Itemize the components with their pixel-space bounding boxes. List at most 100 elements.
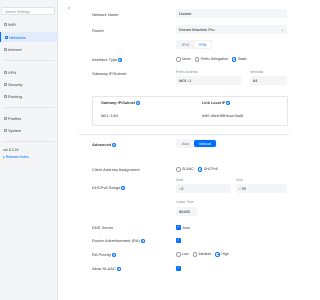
advanced-label: Advanced i: [92, 142, 117, 147]
check-icon[interactable]: ✓: [176, 225, 181, 230]
netmask-input[interactable]: 64: [250, 76, 287, 85]
link-local-header: Link Local IP i: [202, 101, 231, 105]
link-local-value: fe80::f6e8:f8ff:feaa:3ad5: [202, 114, 244, 118]
prefix-address-input[interactable]: fd01::1: [176, 76, 241, 85]
globe-icon: [4, 48, 7, 51]
info-icon[interactable]: i: [121, 186, 126, 190]
chevron-left-icon[interactable]: ‹: [68, 6, 70, 12]
sidebar-item-label: Networks: [9, 35, 26, 40]
sidebar-item-label: System: [8, 128, 22, 133]
radio-high[interactable]: [215, 252, 220, 257]
release-notes-link[interactable]: y Release Notes: [3, 155, 29, 159]
sidebar-item-wifi[interactable]: WiFi: [0, 19, 57, 29]
ra-option-high[interactable]: High: [215, 252, 229, 257]
dns-auto-option[interactable]: ✓ Auto: [176, 225, 190, 230]
tab-ipv6[interactable]: IPv6: [194, 41, 212, 48]
ra-option-label: Low: [182, 252, 189, 257]
info-icon[interactable]: i: [112, 143, 117, 147]
wifi-icon: [4, 23, 7, 26]
info-icon[interactable]: i: [118, 58, 123, 62]
gateway-header: Gateway IP/Subnet i: [101, 101, 141, 105]
client-option-dhcpv6[interactable]: DHCPv6: [197, 167, 218, 172]
gateway-header-text: Gateway IP/Subnet: [101, 101, 136, 105]
radio-static[interactable]: [231, 57, 237, 62]
sidebar: Search Settings WiFi Networks Internet V…: [0, 0, 58, 300]
ra-option-medium[interactable]: Medium: [192, 252, 212, 257]
sidebar-item-system[interactable]: System: [0, 125, 57, 135]
vpn-icon: [4, 71, 7, 74]
info-icon[interactable]: i: [140, 239, 145, 243]
router-advertisement-text: Router Advertisement (RA): [92, 238, 140, 243]
radio-slaac[interactable]: [176, 167, 181, 172]
allow-slaac-text: Allow SLAAC: [92, 266, 116, 271]
info-icon[interactable]: i: [136, 101, 141, 105]
sidebar-item-security[interactable]: Security: [0, 79, 57, 89]
sidebar-item-label: Routing: [8, 94, 22, 99]
router-label: Router: [92, 28, 105, 33]
radio-prefix-delegation[interactable]: [194, 57, 200, 62]
allow-slaac-checkbox[interactable]: ✓: [176, 266, 181, 271]
networks-icon: [5, 36, 8, 39]
gateway-subnet-label: Gateway IP/Subnet: [92, 71, 127, 76]
lease-time-label: Lease Time: [176, 200, 194, 204]
interface-option-label: Prefix Delegation: [200, 57, 228, 62]
radio-low[interactable]: [176, 252, 181, 257]
interface-option-prefix-delegation[interactable]: Prefix Delegation: [194, 57, 228, 62]
router-select[interactable]: Dream Machine Pro ⌄: [176, 25, 287, 34]
shield-icon: [4, 83, 7, 86]
router-advertisement-checkbox[interactable]: ✓: [176, 238, 181, 243]
allow-slaac-label: Allow SLAAC i: [92, 266, 121, 271]
radio-medium[interactable]: [192, 252, 198, 257]
search-input[interactable]: Search Settings: [1, 7, 55, 15]
interface-option-static[interactable]: Static: [231, 57, 247, 62]
dhcp-start-input[interactable]: ::2: [176, 184, 231, 193]
sidebar-item-networks[interactable]: Networks: [0, 32, 57, 42]
dns-server-label: DNS Server: [92, 225, 114, 230]
sidebar-divider: [3, 60, 55, 61]
network-name-input[interactable]: Docker: [176, 9, 287, 18]
ra-priority-text: RA Priority: [92, 252, 111, 257]
dhcp-stop-input[interactable]: ::7ff: [236, 184, 287, 193]
routing-icon: [4, 95, 7, 98]
radio-dhcpv6[interactable]: [197, 167, 203, 172]
profiles-icon: [4, 117, 7, 120]
client-address-radios: SLAAC DHCPv6: [176, 167, 222, 172]
sidebar-item-label: Profiles: [8, 116, 22, 121]
ip-version-tabs: IPv4 IPv6: [176, 40, 213, 49]
sidebar-divider: [3, 141, 55, 142]
ra-option-label: Medium: [198, 252, 212, 257]
client-option-slaac[interactable]: SLAAC: [176, 167, 194, 172]
netmask-label: Netmask: [250, 70, 264, 74]
version-label: ork 8.0.24: [3, 148, 19, 152]
start-label: Start: [176, 178, 184, 182]
interface-option-label: None: [182, 57, 191, 62]
ra-priority-label: RA Priority i: [92, 252, 116, 257]
section-divider: [79, 134, 289, 135]
client-address-label: Client Address Assignment: [92, 167, 140, 172]
info-icon[interactable]: i: [116, 267, 121, 271]
advanced-manual[interactable]: Manual: [194, 140, 217, 147]
radio-none[interactable]: [176, 57, 181, 62]
advanced-auto[interactable]: Auto: [177, 140, 194, 147]
router-advertisement-label: Router Advertisement (RA) i: [92, 238, 145, 243]
ra-priority-radios: Low Medium High: [176, 252, 233, 257]
interface-type-text: Interface Type: [92, 57, 118, 62]
sidebar-item-label: WiFi: [8, 22, 16, 27]
lease-time-input[interactable]: 86400: [176, 207, 197, 216]
sidebar-item-profiles[interactable]: Profiles: [0, 113, 57, 123]
sidebar-item-label: Security: [8, 82, 23, 87]
ra-option-low[interactable]: Low: [176, 252, 189, 257]
gateway-value: fd01::1/64: [101, 114, 118, 118]
sidebar-item-routing[interactable]: Routing: [0, 91, 57, 101]
sidebar-item-internet[interactable]: Internet: [0, 44, 57, 54]
sidebar-item-vpn[interactable]: VPN: [0, 67, 57, 77]
info-icon[interactable]: i: [226, 101, 231, 105]
info-icon[interactable]: i: [111, 253, 116, 257]
dhcp-range-text: DHCPv6 Range: [92, 185, 121, 190]
link-local-header-text: Link Local IP: [202, 101, 226, 105]
gear-icon: [4, 129, 7, 132]
tab-ipv4[interactable]: IPv4: [177, 41, 194, 48]
interface-option-none[interactable]: None: [176, 57, 191, 62]
ra-option-label: High: [221, 252, 229, 257]
dns-auto-label: Auto: [182, 225, 190, 230]
